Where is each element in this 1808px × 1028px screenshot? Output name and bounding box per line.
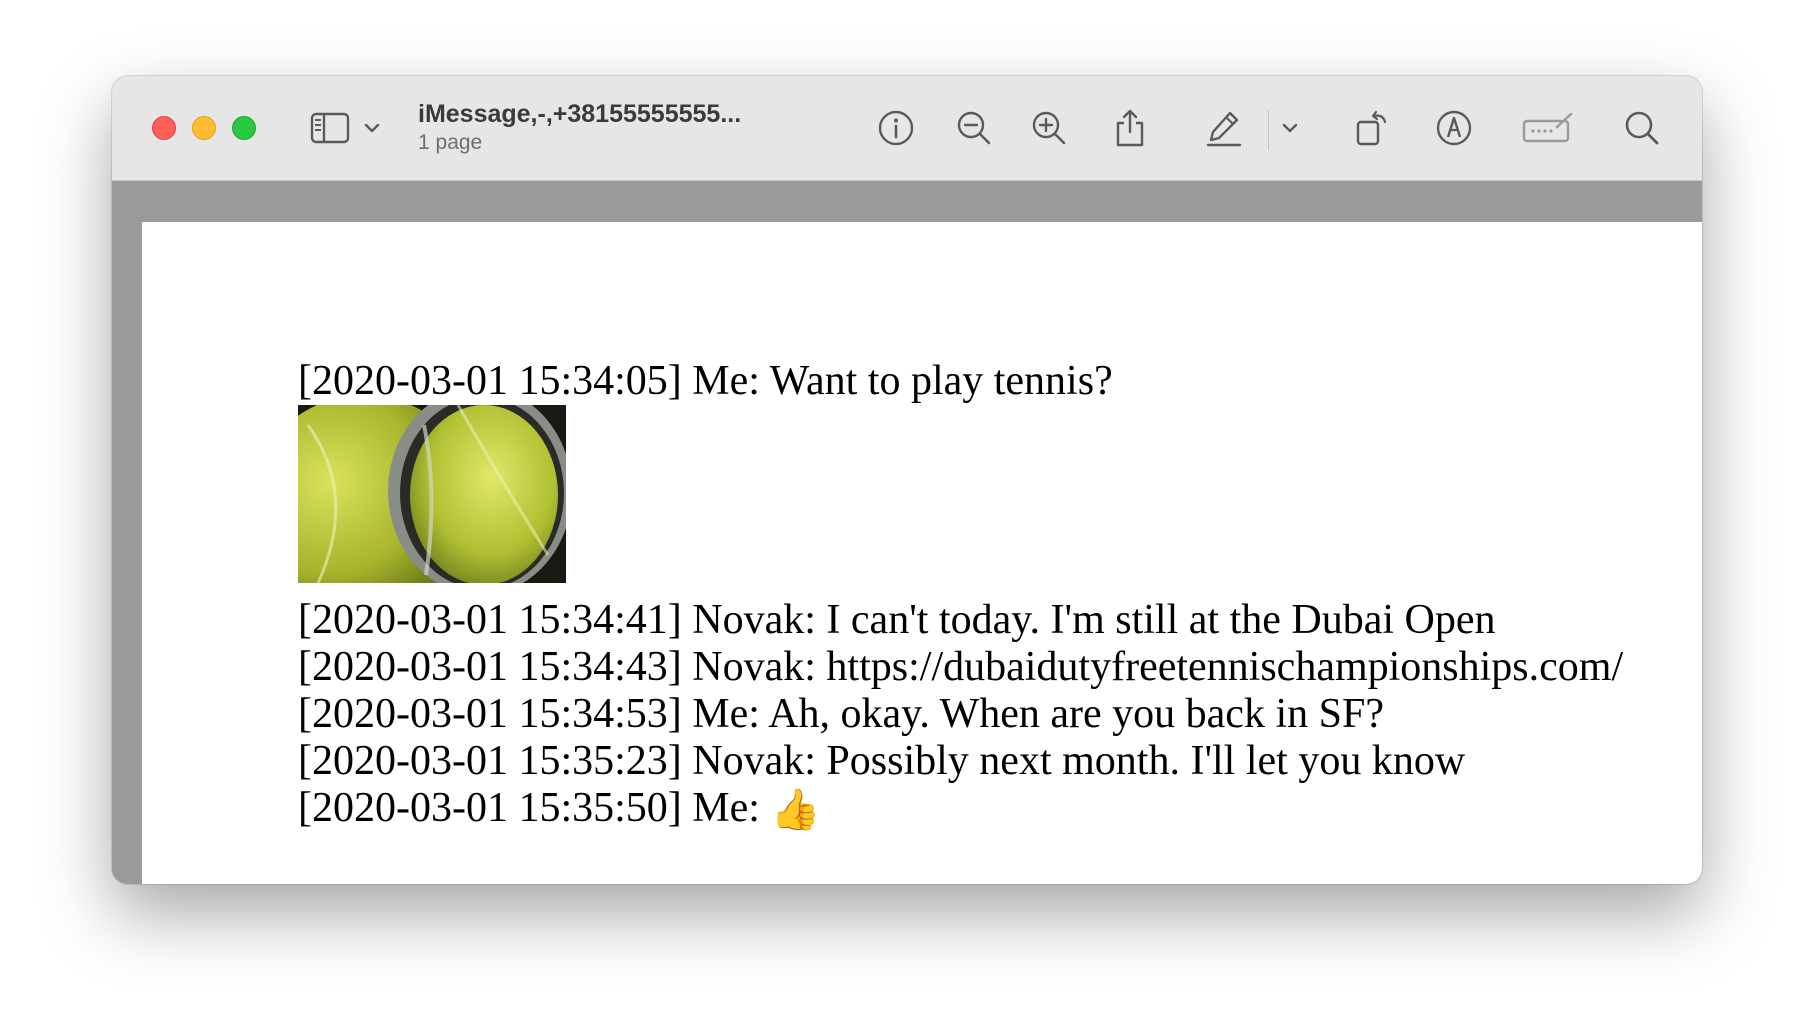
form-fill-icon xyxy=(1521,111,1575,145)
info-icon xyxy=(877,109,915,147)
document-title-block: iMessage,-,+38155555555... 1 page xyxy=(418,100,838,155)
zoom-out-icon xyxy=(955,109,993,147)
rotate-button[interactable] xyxy=(1350,106,1394,150)
message-text: [2020-03-01 15:35:50] Me: xyxy=(298,785,771,831)
markup-icon xyxy=(1435,109,1473,147)
thumbs-up-icon: 👍 xyxy=(770,787,821,832)
highlight-pen-icon xyxy=(1204,108,1244,148)
zoom-out-button[interactable] xyxy=(952,106,996,150)
info-button[interactable] xyxy=(874,106,918,150)
highlight-options-button[interactable] xyxy=(1276,106,1304,150)
rotate-icon xyxy=(1352,108,1392,148)
share-button[interactable] xyxy=(1108,106,1152,150)
form-fill-button[interactable] xyxy=(1520,106,1576,150)
chevron-down-icon xyxy=(1281,122,1299,134)
preview-window: iMessage,-,+38155555555... 1 page [2020-… xyxy=(112,76,1702,884)
message-line: [2020-03-01 15:34:43] Novak: https://dub… xyxy=(298,644,1624,690)
highlight-button[interactable] xyxy=(1202,106,1246,150)
message-line: [2020-03-01 15:34:41] Novak: I can't tod… xyxy=(298,597,1496,643)
message-line: [2020-03-01 15:34:05] Me: Want to play t… xyxy=(298,358,1113,404)
message-transcript: [2020-03-01 15:34:05] Me: Want to play t… xyxy=(298,358,1623,832)
share-icon xyxy=(1113,108,1147,148)
message-line: [2020-03-01 15:34:53] Me: Ah, okay. When… xyxy=(298,691,1384,737)
sidebar-icon xyxy=(310,112,350,144)
fullscreen-window-button[interactable] xyxy=(232,116,256,140)
search-icon xyxy=(1623,109,1661,147)
tennis-balls-image xyxy=(298,405,566,583)
search-button[interactable] xyxy=(1620,106,1664,150)
minimize-window-button[interactable] xyxy=(192,116,216,140)
document-title: iMessage,-,+38155555555... xyxy=(418,100,742,128)
message-line: [2020-03-01 15:35:50] Me: 👍 xyxy=(298,785,1623,832)
toolbar: iMessage,-,+38155555555... 1 page xyxy=(112,76,1702,181)
markup-button[interactable] xyxy=(1432,106,1476,150)
message-line: [2020-03-01 15:35:23] Novak: Possibly ne… xyxy=(298,738,1466,784)
zoom-in-icon xyxy=(1030,109,1068,147)
zoom-in-button[interactable] xyxy=(1027,106,1071,150)
sidebar-toggle-button[interactable] xyxy=(308,106,352,150)
chevron-down-icon xyxy=(363,122,381,134)
document-page: [2020-03-01 15:34:05] Me: Want to play t… xyxy=(142,222,1702,884)
sidebar-options-button[interactable] xyxy=(358,106,386,150)
toolbar-divider xyxy=(1268,110,1269,150)
close-window-button[interactable] xyxy=(152,116,176,140)
page-count: 1 page xyxy=(418,131,483,154)
